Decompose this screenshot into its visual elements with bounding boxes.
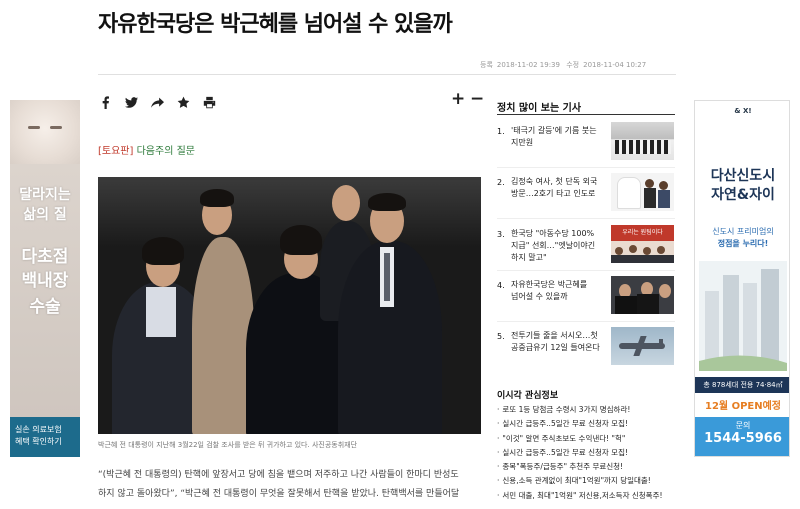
popular-divider [497, 321, 675, 322]
article-dates: 등록 2018-11-02 19:39 수정 2018-11-04 10:27 [480, 60, 650, 70]
popular-articles-title: 정치 많이 보는 기사 [497, 103, 582, 114]
popular-article-item[interactable]: 3. 한국당 "아동수당 100% 지급" 선회…"엣날이야긴 하지 말고" 우… [497, 225, 677, 269]
popular-rank: 2. [497, 178, 505, 187]
registered-label: 등록 [480, 61, 493, 69]
right-banner-ad[interactable]: & X! 다산신도시 자연&자이 신도시 프리미엄의 정점을 누리다! 총 87… [694, 100, 790, 457]
article-body: “(박근혜 전 대통령의) 탄핵에 앞장서고 당에 침을 뱉으며 저주하고 나간… [98, 466, 483, 504]
share-icon[interactable] [150, 95, 164, 109]
ad-right-building-illustration [699, 261, 787, 371]
ad-right-call-box: 문의 1544-5966 [695, 417, 789, 456]
ad-right-phone: 1544-5966 [704, 431, 782, 446]
hot-issue-item[interactable]: 서민 대출, 최대"1억원" 저신용,저소득자 신청폭주! [497, 489, 677, 503]
article-headline: 자유한국당은 박근혜를 넘어설 수 있을까 [98, 12, 453, 37]
ad-left-line3: 다초점 [21, 247, 69, 267]
font-size-control: + − [451, 89, 484, 109]
popular-divider [497, 167, 675, 168]
modified-label: 수정 [566, 61, 580, 69]
section-name: 다음주의 질문 [136, 146, 195, 157]
ad-right-title1: 다산신도시 [710, 168, 776, 184]
popular-rank: 4. [497, 281, 505, 290]
photo-person-hair [142, 237, 184, 265]
body-line: 하지 않고 돌아왔다”, “박근혜 전 대통령이 무엇을 잘못해서 탄핵을 받았… [98, 489, 460, 499]
headline-divider [98, 74, 676, 75]
photo-person-hair [280, 225, 322, 255]
ad-left-line2: 삶의 질 [23, 207, 67, 223]
ad-right-open: 12월 OPEN예정 [704, 401, 782, 412]
left-banner-ad[interactable]: 달라지는 삶의 질 다초점 백내장 수술 실손 의료보험 혜택 확인하기 [10, 100, 80, 457]
section-tag[interactable]: [토요판] 다음주의 질문 [98, 142, 195, 157]
ad-right-sub1: 신도시 프리미엄의 [712, 227, 774, 236]
font-increase-button[interactable]: + [451, 89, 465, 109]
ad-right-title2: 자연&자이 [711, 187, 775, 203]
hot-issue-item[interactable]: 실시간 급등주..5일간 무료 신청자 모집! [497, 446, 677, 460]
hot-issue-item[interactable]: 실시간 급등주..5일간 무료 신청자 모집! [497, 417, 677, 431]
thumbnail-sign: 우리는 원팀이다 [611, 225, 674, 241]
body-line: “(박근혜 전 대통령의) 탄핵에 앞장서고 당에 침을 뱉으며 저주하고 나간… [98, 470, 459, 480]
popular-divider [497, 114, 675, 115]
hot-issue-item[interactable]: 신용,소득 관계없이 최대"1억원"까지 당일대출! [497, 474, 677, 488]
photo-person [192, 237, 254, 434]
ad-face-image [10, 100, 80, 164]
facebook-icon[interactable] [98, 95, 112, 109]
share-toolbar [98, 95, 216, 109]
popular-article-item[interactable]: 5. 전투기들 줄을 서시오…첫 공중급유기 12일 들여온다 [497, 327, 677, 371]
twitter-icon[interactable] [124, 95, 138, 109]
popular-rank: 1. [497, 127, 505, 136]
popular-rank: 5. [497, 332, 505, 341]
popular-article-item[interactable]: 2. 김정숙 여사, 첫 단독 외국 방문…2호기 타고 인도로 [497, 173, 677, 217]
popular-article-thumbnail [611, 327, 674, 365]
ad-left-line5: 수술 [29, 297, 61, 317]
ad-left-line4: 백내장 [21, 271, 69, 291]
popular-article-title: 김정숙 여사, 첫 단독 외국 방문…2호기 타고 인도로 [511, 177, 598, 198]
star-icon[interactable] [176, 95, 190, 109]
popular-article-item[interactable]: 4. 자유한국당은 박근혜를 넘어설 수 있을까 [497, 276, 677, 320]
photo-caption: 박근혜 전 대통령이 지난해 3월22일 검찰 조사를 받은 뒤 귀가하고 있다… [98, 441, 358, 449]
hot-issues-title: 이시각 관심정보 [497, 391, 559, 401]
print-icon[interactable] [202, 95, 216, 109]
registered-time: 2018-11-02 19:39 [496, 61, 560, 69]
photo-person-shirt [146, 287, 176, 337]
modified-time: 2018-11-04 10:27 [583, 61, 647, 69]
ad-left-line1: 달라지는 [19, 187, 71, 203]
popular-article-thumbnail [611, 276, 674, 314]
hot-issue-item[interactable]: 로또 1등 당첨금 수령시 3가지 명심하라! [497, 403, 677, 417]
ad-left-footer: 실손 의료보험 혜택 확인하기 [10, 417, 80, 457]
photo-person-tie [384, 253, 390, 301]
photo-person-head [332, 185, 360, 221]
hot-issues-list: 로또 1등 당첨금 수령시 3가지 명심하라! 실시간 급등주..5일간 무료 … [497, 403, 677, 503]
popular-article-title: '태극기 갈등'에 기름 붓는 지만원 [511, 126, 597, 147]
ad-right-title: 다산신도시 자연&자이 [695, 167, 789, 205]
popular-divider [497, 218, 675, 219]
popular-article-thumbnail [611, 122, 674, 160]
font-decrease-button[interactable]: − [470, 89, 484, 109]
popular-article-item[interactable]: 1. '태극기 갈등'에 기름 붓는 지만원 [497, 122, 677, 166]
popular-article-title: 한국당 "아동수당 100% 지급" 선회…"엣날이야긴 하지 말고" [511, 229, 596, 262]
ad-right-call-label: 문의 [735, 421, 751, 430]
ad-left-footer-line1: 실손 의료보험 [15, 425, 62, 434]
popular-article-title: 전투기들 줄을 서시오…첫 공중급유기 12일 들여온다 [511, 331, 600, 352]
popular-divider [497, 270, 675, 271]
hot-issue-item[interactable]: 종목"폭등주/급등주" 추천주 무료신청! [497, 460, 677, 474]
ad-right-logo: & X! [734, 107, 752, 115]
ad-right-units: 총 878세대 전용 74·84㎡ [695, 377, 789, 393]
popular-article-thumbnail: 우리는 원팀이다 [611, 225, 674, 263]
photo-person-hair [368, 193, 406, 211]
popular-article-title: 자유한국당은 박근혜를 넘어설 수 있을까 [511, 280, 588, 301]
popular-article-thumbnail [611, 173, 674, 211]
ad-left-footer-line2: 혜택 확인하기 [15, 437, 62, 446]
ad-right-sub2: 정점을 누리다! [717, 239, 769, 248]
popular-rank: 3. [497, 230, 505, 239]
hot-issue-item[interactable]: "이것" 알면 주식초보도 수익낸다! "헉" [497, 432, 677, 446]
section-tag-label: [토요판] [98, 146, 134, 157]
article-photo [98, 177, 481, 434]
photo-person-hair [200, 189, 234, 207]
